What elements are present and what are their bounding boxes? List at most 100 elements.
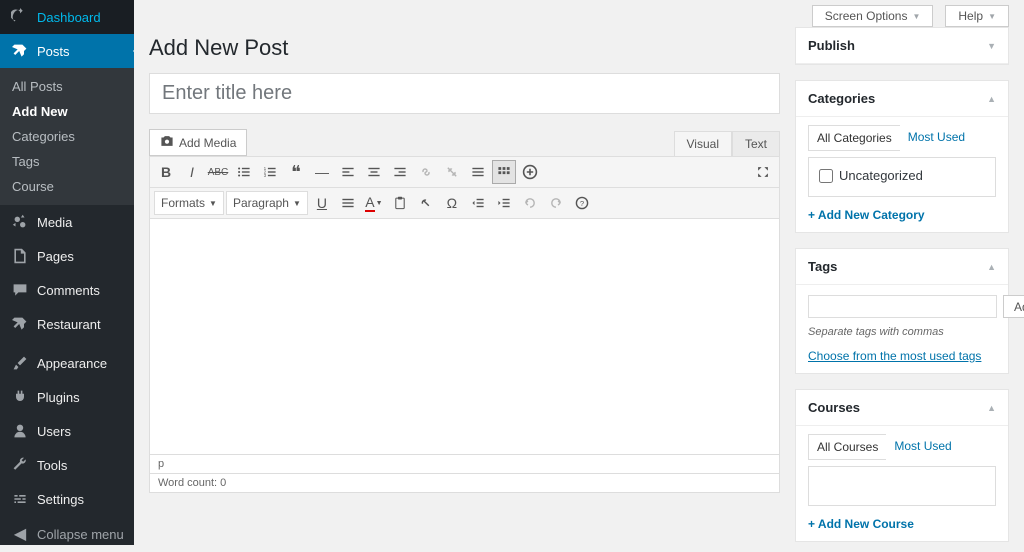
submenu-categories[interactable]: Categories bbox=[0, 124, 134, 149]
chevron-down-icon: ▼ bbox=[209, 199, 217, 208]
underline-button[interactable]: U bbox=[310, 191, 334, 215]
screen-options-button[interactable]: Screen Options▼ bbox=[812, 5, 934, 27]
media-icon bbox=[10, 212, 30, 232]
courses-title: Courses bbox=[808, 400, 860, 415]
sidebar-item-comments[interactable]: Comments bbox=[0, 273, 134, 307]
sidebar-item-settings[interactable]: Settings bbox=[0, 482, 134, 516]
help-button[interactable]: ? bbox=[570, 191, 594, 215]
editor-content-area[interactable] bbox=[149, 219, 780, 455]
courses-metabox: Courses ▲ All Courses Most Used + Add New… bbox=[795, 389, 1009, 542]
editor-path: p bbox=[149, 455, 780, 474]
chevron-up-icon[interactable]: ▲ bbox=[987, 403, 996, 413]
align-center-button[interactable] bbox=[362, 160, 386, 184]
page-title: Add New Post bbox=[149, 35, 780, 61]
paste-text-button[interactable] bbox=[388, 191, 412, 215]
posts-submenu: All Posts Add New Categories Tags Course bbox=[0, 68, 134, 205]
chevron-down-icon: ▼ bbox=[293, 199, 301, 208]
hr-button[interactable]: — bbox=[310, 160, 334, 184]
wrench-icon bbox=[10, 455, 30, 475]
sliders-icon bbox=[10, 489, 30, 509]
chevron-up-icon[interactable]: ▲ bbox=[987, 262, 996, 272]
sidebar-item-media[interactable]: Media bbox=[0, 205, 134, 239]
categories-list: Uncategorized bbox=[808, 157, 996, 197]
brush-icon bbox=[10, 353, 30, 373]
help-button[interactable]: Help▼ bbox=[945, 5, 1009, 27]
editor-tab-text[interactable]: Text bbox=[732, 131, 780, 156]
sidebar-item-users[interactable]: Users bbox=[0, 414, 134, 448]
editor-tab-visual[interactable]: Visual bbox=[674, 131, 732, 156]
tag-input[interactable] bbox=[808, 295, 997, 318]
chevron-down-icon: ▼ bbox=[912, 12, 920, 21]
text-color-button[interactable]: A▼ bbox=[362, 191, 386, 215]
submenu-add-new[interactable]: Add New bbox=[0, 99, 134, 124]
camera-icon bbox=[160, 134, 174, 151]
bold-button[interactable]: B bbox=[154, 160, 178, 184]
sidebar-item-plugins[interactable]: Plugins bbox=[0, 380, 134, 414]
collapse-menu-button[interactable]: ◀Collapse menu bbox=[0, 516, 134, 552]
add-tag-button[interactable]: Add bbox=[1003, 295, 1024, 318]
align-right-button[interactable] bbox=[388, 160, 412, 184]
sidebar-item-dashboard[interactable]: Dashboard bbox=[0, 0, 134, 34]
sidebar-item-appearance[interactable]: Appearance bbox=[0, 346, 134, 380]
submenu-all-posts[interactable]: All Posts bbox=[0, 74, 134, 99]
link-button[interactable] bbox=[414, 160, 438, 184]
submenu-tags[interactable]: Tags bbox=[0, 149, 134, 174]
categories-title: Categories bbox=[808, 91, 875, 106]
courses-tab-all[interactable]: All Courses bbox=[808, 434, 886, 460]
courses-list bbox=[808, 466, 996, 506]
add-block-button[interactable] bbox=[518, 160, 542, 184]
comment-icon bbox=[10, 280, 30, 300]
submenu-course[interactable]: Course bbox=[0, 174, 134, 199]
number-list-button[interactable]: 123 bbox=[258, 160, 282, 184]
category-checkbox[interactable] bbox=[819, 169, 833, 183]
paragraph-dropdown[interactable]: Paragraph▼ bbox=[226, 191, 308, 215]
categories-tab-all[interactable]: All Categories bbox=[808, 125, 900, 151]
formats-dropdown[interactable]: Formats▼ bbox=[154, 191, 224, 215]
choose-tags-link[interactable]: Choose from the most used tags bbox=[808, 349, 981, 363]
add-media-button[interactable]: Add Media bbox=[149, 129, 247, 156]
pin-icon bbox=[10, 41, 30, 61]
svg-text:3: 3 bbox=[264, 173, 267, 178]
align-left-button[interactable] bbox=[336, 160, 360, 184]
categories-metabox: Categories ▲ All Categories Most Used Unc… bbox=[795, 80, 1009, 233]
indent-button[interactable] bbox=[492, 191, 516, 215]
charmap-button[interactable]: Ω bbox=[440, 191, 464, 215]
italic-button[interactable]: I bbox=[180, 160, 204, 184]
redo-button[interactable] bbox=[544, 191, 568, 215]
courses-tab-most-used[interactable]: Most Used bbox=[886, 434, 959, 460]
publish-title: Publish bbox=[808, 38, 855, 53]
undo-button[interactable] bbox=[518, 191, 542, 215]
outdent-button[interactable] bbox=[466, 191, 490, 215]
category-uncategorized[interactable]: Uncategorized bbox=[819, 168, 985, 183]
categories-tab-most-used[interactable]: Most Used bbox=[900, 125, 973, 151]
sidebar-item-restaurant[interactable]: Restaurant bbox=[0, 307, 134, 341]
sidebar-item-tools[interactable]: Tools bbox=[0, 448, 134, 482]
sidebar-item-pages[interactable]: Pages bbox=[0, 239, 134, 273]
tags-hint: Separate tags with commas bbox=[808, 326, 996, 338]
justify-button[interactable] bbox=[336, 191, 360, 215]
more-button[interactable] bbox=[466, 160, 490, 184]
tags-metabox: Tags▲ Add Separate tags with commas Choo… bbox=[795, 248, 1009, 374]
blockquote-button[interactable]: ❝ bbox=[284, 160, 308, 184]
tags-title: Tags bbox=[808, 259, 837, 274]
publish-metabox: Publish ▼ bbox=[795, 27, 1009, 65]
fullscreen-button[interactable] bbox=[751, 160, 775, 184]
editor-toolbar: B I ABC 123 ❝ — bbox=[149, 156, 780, 219]
add-new-category-link[interactable]: + Add New Category bbox=[808, 208, 925, 222]
post-title-input[interactable] bbox=[149, 73, 780, 114]
sidebar-item-posts[interactable]: Posts bbox=[0, 34, 134, 68]
add-new-course-link[interactable]: + Add New Course bbox=[808, 517, 914, 531]
collapse-icon: ◀ bbox=[10, 524, 30, 544]
word-count: Word count: 0 bbox=[149, 474, 780, 493]
chevron-up-icon[interactable]: ▲ bbox=[987, 94, 996, 104]
clear-format-button[interactable] bbox=[414, 191, 438, 215]
page-icon bbox=[10, 246, 30, 266]
svg-text:?: ? bbox=[580, 199, 584, 208]
strike-button[interactable]: ABC bbox=[206, 160, 230, 184]
unlink-button[interactable] bbox=[440, 160, 464, 184]
gauge-icon bbox=[10, 7, 30, 27]
toolbar-toggle-button[interactable] bbox=[492, 160, 516, 184]
admin-sidebar: Dashboard Posts All Posts Add New Catego… bbox=[0, 0, 134, 545]
chevron-down-icon[interactable]: ▼ bbox=[987, 41, 996, 51]
bullet-list-button[interactable] bbox=[232, 160, 256, 184]
